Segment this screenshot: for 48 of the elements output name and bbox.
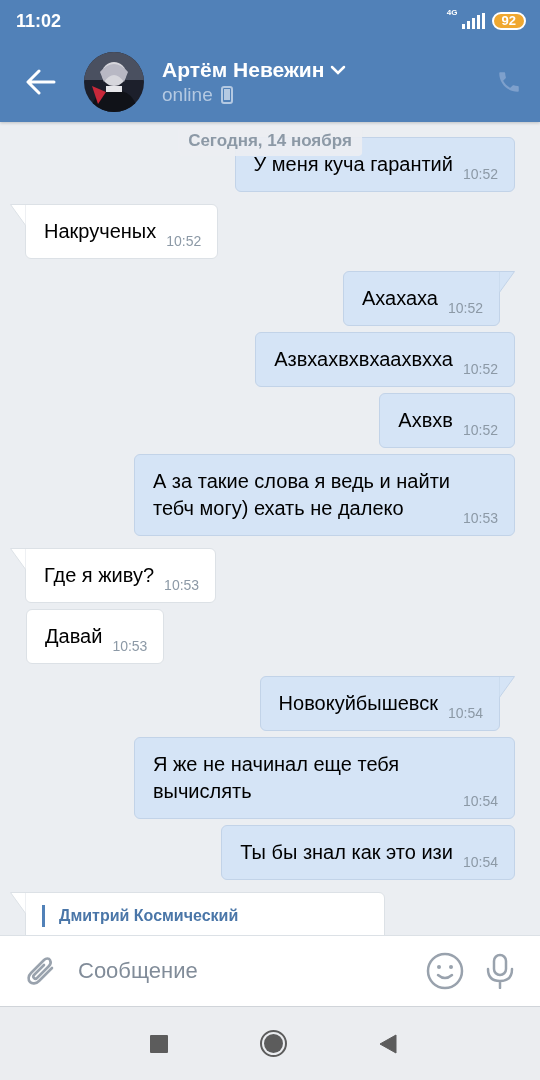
message-time: 10:53	[112, 639, 148, 653]
microphone-icon[interactable]	[484, 953, 516, 989]
smiley-icon[interactable]	[426, 952, 464, 990]
message-composer[interactable]: Сообщение	[0, 935, 540, 1007]
reply-author: Дмитрий Космический	[42, 905, 239, 927]
signal-icon	[459, 13, 486, 29]
message-bubble[interactable]: Давай 10:53	[26, 609, 165, 664]
message-text: Ахахаха	[361, 286, 438, 311]
message-time: 10:52	[462, 423, 498, 437]
message-time: 10:53	[164, 578, 200, 592]
message-bubble[interactable]: Накрученых 10:52	[25, 204, 219, 259]
home-icon[interactable]	[259, 1030, 287, 1057]
message-time: 10:52	[166, 234, 202, 248]
battery-level: 92	[491, 12, 526, 30]
message-text: Ты бы знал как это изи	[240, 840, 453, 865]
message-time: 10:52	[462, 167, 498, 181]
message-bubble[interactable]: А за такие слова я ведь и найти тебч могу) ехать не далеко 10:53	[133, 454, 515, 536]
message-bubble[interactable]: Ахвхв 10:52	[379, 393, 515, 448]
message-text: Давай	[45, 624, 103, 649]
back-arrow-icon[interactable]	[26, 69, 56, 95]
message-bubble[interactable]: Ты бы знал как это изи 10:54	[221, 825, 515, 880]
chevron-down-icon[interactable]	[330, 65, 347, 75]
message-time: 10:54	[447, 706, 483, 720]
message-time: 10:52	[447, 301, 483, 315]
message-time: 10:52	[462, 362, 498, 376]
back-icon[interactable]	[378, 1033, 397, 1054]
message-text: Где я живу?	[44, 563, 155, 588]
online-status: online	[162, 84, 213, 106]
contact-name[interactable]: Артём Невежин	[162, 58, 325, 82]
message-time: 10:54	[462, 855, 498, 869]
message-text: Накрученых	[44, 219, 157, 244]
message-text: Новокуйбышевск	[278, 691, 438, 716]
message-text: Я же не начинал еще тебя вычислять	[152, 752, 401, 804]
phone-icon	[220, 86, 233, 104]
message-field[interactable]: Сообщение	[78, 951, 406, 991]
message-bubble[interactable]: Азвхахвхвхаахвхха 10:52	[255, 332, 515, 387]
message-text: Азвхахвхвхаахвхха	[274, 347, 453, 372]
message-bubble[interactable]: Новокуйбышевск 10:54	[259, 676, 500, 731]
message-bubble[interactable]: Я же не начинал еще тебя вычислять 10:54	[133, 737, 515, 819]
clock-time: 11:02	[16, 10, 63, 32]
message-bubble[interactable]: Где я живу? 10:53	[25, 548, 217, 603]
recents-icon[interactable]	[149, 1034, 168, 1053]
network-label: 4G	[446, 8, 458, 17]
message-text: Ахвхв	[398, 408, 453, 433]
message-bubble[interactable]: Ахахаха 10:52	[342, 271, 500, 326]
message-time: 10:53	[462, 511, 498, 525]
message-time: 10:54	[462, 794, 498, 808]
message-text: А за такие слова я ведь и найти тебч могу) ехать не далеко	[152, 469, 451, 521]
